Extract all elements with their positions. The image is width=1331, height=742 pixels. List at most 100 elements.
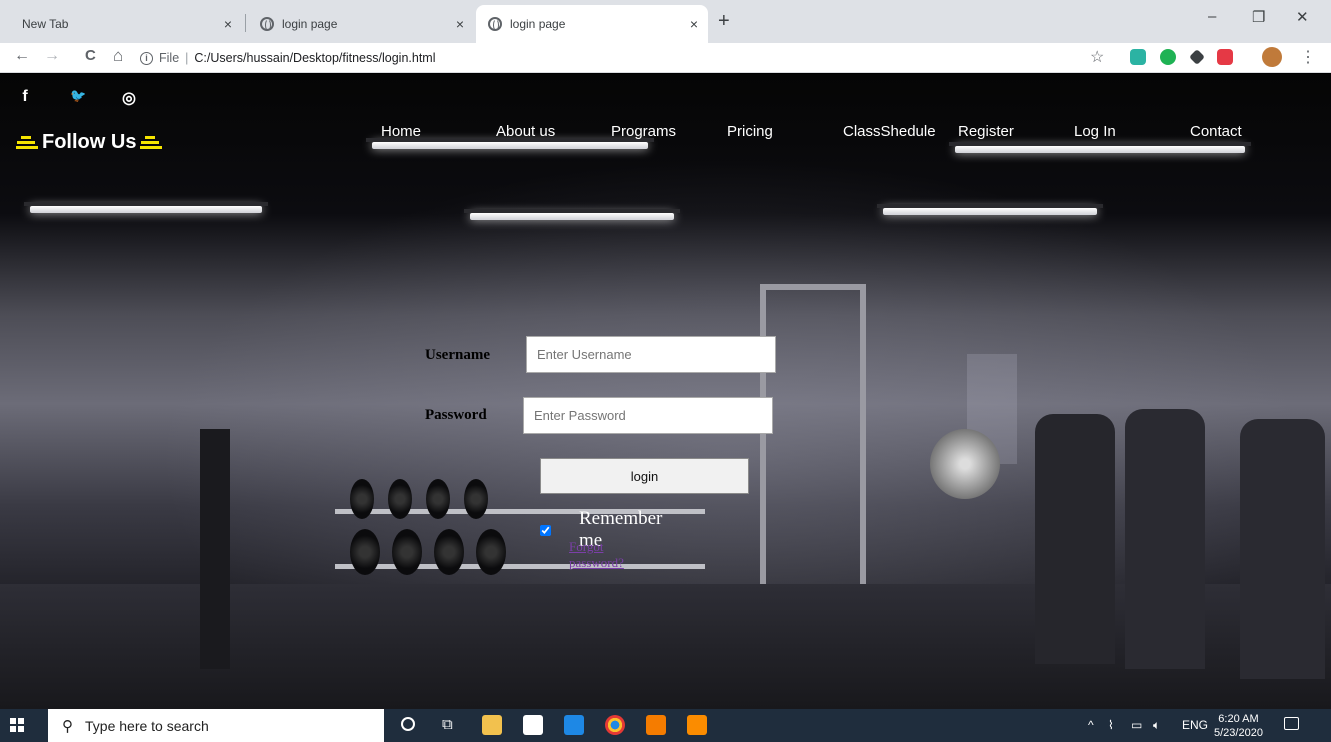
- exercise-machine: [1240, 419, 1325, 679]
- exercise-machine: [1035, 414, 1115, 664]
- login-button[interactable]: login: [540, 458, 749, 494]
- nav-pricing[interactable]: Pricing: [727, 123, 773, 140]
- dumbbell: [350, 529, 380, 575]
- ceiling-light: [464, 209, 680, 220]
- forward-button[interactable]: →: [44, 47, 60, 65]
- info-icon[interactable]: i: [140, 51, 153, 65]
- tab-login-page-1[interactable]: login page ×: [248, 5, 474, 43]
- cable-machine: [760, 284, 866, 290]
- dumbbell: [388, 479, 412, 519]
- ceiling-light: [24, 202, 268, 213]
- tab-title: New Tab: [22, 17, 69, 31]
- dumbbell: [426, 479, 450, 519]
- clock-date: 5/23/2020: [1214, 727, 1263, 739]
- exercise-machine: [1125, 409, 1205, 669]
- dumbbell: [434, 529, 464, 575]
- minimize-button[interactable]: –: [1208, 8, 1216, 25]
- file-explorer-icon[interactable]: [482, 715, 502, 735]
- address-bar[interactable]: i File | C:/Users/hussain/Desktop/fitnes…: [140, 46, 1080, 70]
- forgot-password-link[interactable]: Forgot password?: [569, 539, 624, 571]
- tab-new-tab[interactable]: New Tab ×: [10, 5, 242, 43]
- tab-title: login page: [510, 17, 566, 31]
- extension-icon-grammarly[interactable]: [1160, 49, 1176, 65]
- extension-icon-1[interactable]: [1130, 49, 1146, 65]
- chrome-icon[interactable]: [605, 715, 625, 735]
- cortana-icon[interactable]: [401, 717, 415, 731]
- xampp-icon[interactable]: [687, 715, 707, 735]
- mail-icon[interactable]: [564, 715, 584, 735]
- ceiling-light: [877, 204, 1103, 215]
- notification-icon[interactable]: [1284, 717, 1299, 730]
- tab-close-icon[interactable]: ×: [690, 16, 698, 32]
- language-indicator[interactable]: ENG: [1182, 718, 1208, 732]
- remember-me-checkbox[interactable]: [540, 524, 551, 536]
- battery-icon[interactable]: ▭: [1131, 718, 1142, 732]
- follow-us-text: Follow Us: [42, 131, 137, 153]
- task-view-icon[interactable]: ⧉: [442, 716, 453, 733]
- page-viewport: f 🐦 ◎ Follow Us Home About us Programs P…: [0, 74, 1331, 709]
- tray-chevron-icon[interactable]: ^: [1088, 718, 1094, 732]
- facebook-icon[interactable]: f: [18, 88, 32, 108]
- instagram-icon[interactable]: ◎: [122, 88, 136, 108]
- globe-icon: [488, 17, 502, 31]
- tab-separator: [245, 14, 246, 32]
- tab-login-page-active[interactable]: login page ×: [476, 5, 708, 43]
- nav-class-schedule[interactable]: ClassShedule: [843, 123, 936, 140]
- profile-avatar[interactable]: [1262, 47, 1282, 67]
- dumbbell-tower: [200, 429, 230, 669]
- ceiling-light: [366, 138, 654, 149]
- password-input[interactable]: [523, 397, 773, 434]
- bookmark-star-icon[interactable]: ☆: [1090, 47, 1104, 67]
- back-button[interactable]: ←: [14, 47, 30, 65]
- twitter-icon[interactable]: 🐦: [70, 88, 86, 108]
- nav-register[interactable]: Register: [958, 123, 1014, 140]
- sublime-text-icon[interactable]: [646, 715, 666, 735]
- windows-start-icon[interactable]: [10, 718, 25, 733]
- new-tab-button[interactable]: +: [718, 10, 730, 33]
- extension-icon-4[interactable]: [1217, 49, 1233, 65]
- tab-close-icon[interactable]: ×: [456, 16, 464, 32]
- bars-icon: [140, 136, 163, 149]
- address-divider: |: [185, 51, 189, 65]
- store-icon[interactable]: [523, 715, 543, 735]
- dumbbell-rack: [335, 564, 705, 569]
- dumbbell: [350, 479, 374, 519]
- nav-about-us[interactable]: About us: [496, 123, 555, 140]
- globe-icon: [260, 17, 274, 31]
- taskbar-search[interactable]: ⚲ Type here to search: [48, 709, 384, 742]
- home-button[interactable]: ⌂: [113, 46, 123, 66]
- dumbbell: [476, 529, 506, 575]
- nav-home[interactable]: Home: [381, 123, 421, 140]
- dumbbell: [464, 479, 488, 519]
- nav-programs[interactable]: Programs: [611, 123, 676, 140]
- network-icon[interactable]: ⌇: [1108, 718, 1114, 732]
- clock-time: 6:20 AM: [1218, 713, 1259, 725]
- follow-us-heading: Follow Us: [12, 131, 166, 154]
- ceiling-light: [949, 142, 1251, 153]
- restore-button[interactable]: ❐: [1252, 8, 1265, 26]
- cable-machine: [760, 284, 766, 584]
- password-label: Password: [425, 407, 487, 423]
- address-scheme: File: [159, 51, 180, 65]
- tab-title: login page: [282, 17, 338, 31]
- search-icon: ⚲: [62, 717, 73, 735]
- username-label: Username: [425, 347, 490, 363]
- standing-fan: [930, 429, 1000, 499]
- windows-taskbar: ⚲ Type here to search ⧉ ^ ⌇ ▭ 🔈︎ ENG 6:2…: [0, 709, 1331, 742]
- taskbar-clock[interactable]: 6:20 AM 5/23/2020: [1214, 712, 1263, 740]
- cable-machine: [860, 284, 866, 584]
- dumbbell: [392, 529, 422, 575]
- nav-log-in[interactable]: Log In: [1074, 123, 1116, 140]
- social-links: f 🐦 ◎: [18, 88, 136, 108]
- nav-contact[interactable]: Contact: [1190, 123, 1242, 140]
- tab-strip: New Tab × login page × login page × + – …: [0, 0, 1331, 43]
- taskbar-search-placeholder: Type here to search: [85, 717, 209, 734]
- address-url[interactable]: C:/Users/hussain/Desktop/fitness/login.h…: [194, 51, 435, 65]
- close-window-button[interactable]: ✕: [1296, 8, 1309, 26]
- extension-icon-3[interactable]: [1189, 49, 1205, 65]
- username-input[interactable]: [526, 336, 776, 373]
- menu-dots-icon[interactable]: ⋮: [1300, 47, 1316, 67]
- volume-icon[interactable]: 🔈︎: [1153, 718, 1160, 733]
- reload-button[interactable]: C: [85, 47, 96, 64]
- tab-close-icon[interactable]: ×: [224, 16, 232, 32]
